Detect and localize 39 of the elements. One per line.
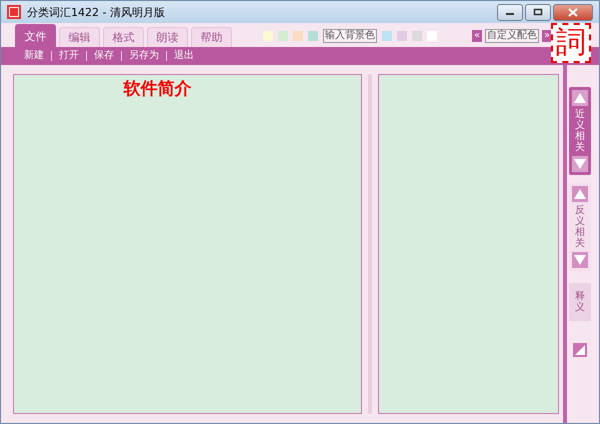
- close-icon: [568, 8, 578, 16]
- background-color-button[interactable]: 输入背景色: [323, 29, 377, 43]
- window-title: 分类词汇1422 - 清风明月版: [27, 4, 166, 20]
- color-swatch[interactable]: [427, 31, 437, 41]
- menu-item[interactable]: 退出: [166, 51, 201, 61]
- maximize-button[interactable]: [525, 4, 551, 20]
- menu-tab[interactable]: 帮助: [191, 27, 232, 47]
- next-color-button[interactable]: »: [542, 30, 552, 42]
- maximize-icon: [533, 8, 543, 16]
- corner-triangle-icon[interactable]: [573, 343, 587, 357]
- color-swatch[interactable]: [263, 31, 273, 41]
- menu-tab[interactable]: 格式: [103, 27, 144, 47]
- color-swatch[interactable]: [278, 31, 288, 41]
- color-swatch[interactable]: [412, 31, 422, 41]
- minimize-button[interactable]: [497, 4, 523, 20]
- color-swatch[interactable]: [293, 31, 303, 41]
- panel-heading: 软件简介: [124, 78, 192, 100]
- color-swatch[interactable]: [397, 31, 407, 41]
- menu-item[interactable]: 另存为: [121, 51, 166, 61]
- close-button[interactable]: [553, 4, 593, 20]
- side-tab[interactable]: 近义相关: [569, 87, 591, 175]
- side-tab[interactable]: 释义: [569, 283, 591, 321]
- side-tab[interactable]: 反义相关: [569, 183, 591, 271]
- up-arrow-icon[interactable]: [572, 186, 588, 202]
- color-swatch[interactable]: [308, 31, 318, 41]
- menu-tab[interactable]: 文件: [15, 24, 56, 47]
- menu-item[interactable]: 打开: [51, 51, 86, 61]
- down-arrow-icon[interactable]: [572, 252, 588, 268]
- color-swatch[interactable]: [382, 31, 392, 41]
- down-arrow-icon[interactable]: [572, 156, 588, 172]
- menu-item[interactable]: 新建: [17, 51, 51, 61]
- menu-item[interactable]: 保存: [86, 51, 121, 61]
- menu-tab[interactable]: 朗读: [147, 27, 188, 47]
- app-icon: [7, 5, 21, 19]
- menu-tab[interactable]: 编辑: [59, 27, 100, 47]
- up-arrow-icon[interactable]: [572, 90, 588, 106]
- previous-color-button[interactable]: «: [472, 30, 482, 42]
- logo-stamp: 詞: [551, 23, 591, 63]
- custom-color-button[interactable]: 自定义配色: [485, 29, 539, 43]
